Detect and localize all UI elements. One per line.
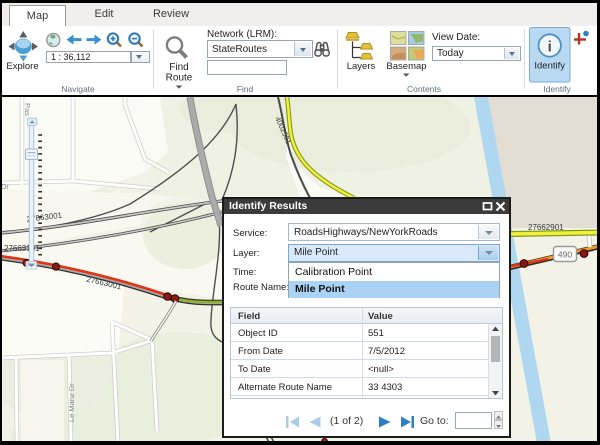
svg-text:Find: Find — [169, 62, 188, 73]
svg-text:Identify: Identify — [534, 61, 565, 72]
svg-text:Le Manz Dr: Le Manz Dr — [67, 383, 76, 422]
svg-text:Dr: Dr — [1, 182, 9, 191]
svg-text:Route: Route — [166, 73, 193, 84]
svg-text:490: 490 — [558, 250, 572, 260]
svg-text:i: i — [548, 39, 552, 56]
svg-text:Pas: Pas — [23, 103, 32, 116]
svg-text:27662901: 27662901 — [528, 223, 564, 232]
svg-text:Layers: Layers — [347, 61, 376, 72]
svg-text:27663101: 27663101 — [4, 244, 40, 253]
svg-text:Explore: Explore — [6, 61, 38, 72]
svg-text:Basemap: Basemap — [386, 61, 426, 72]
